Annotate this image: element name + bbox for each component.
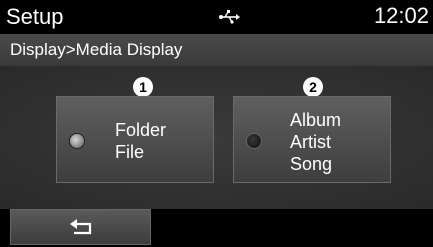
back-button[interactable] [10,209,151,245]
option-line-folder: Folder [115,120,167,140]
option-line-song: Song [290,154,333,174]
return-arrow-icon [70,219,92,235]
folder-file-option-button[interactable]: Folder File [56,96,214,183]
radio-unselected-icon [246,133,262,149]
option-marker-1: 1 [133,77,153,97]
option-line-album: Album [290,110,342,130]
album-artist-song-option-button[interactable]: Album Artist Song [233,96,391,183]
option-label: Folder File [115,119,166,163]
option-line-file: File [115,142,145,162]
radio-selected-icon [69,133,85,149]
screen-title: Setup [6,4,64,29]
clock: 12:02 [373,3,429,28]
option-marker-2: 2 [303,77,323,97]
breadcrumb-bar: Display>Media Display [0,34,433,66]
option-line-artist: Artist [290,132,332,152]
breadcrumb: Display>Media Display [10,40,183,59]
usb-icon [219,10,240,24]
status-bar: Setup 12:02 [0,0,433,34]
option-label: Album Artist Song [290,109,341,175]
